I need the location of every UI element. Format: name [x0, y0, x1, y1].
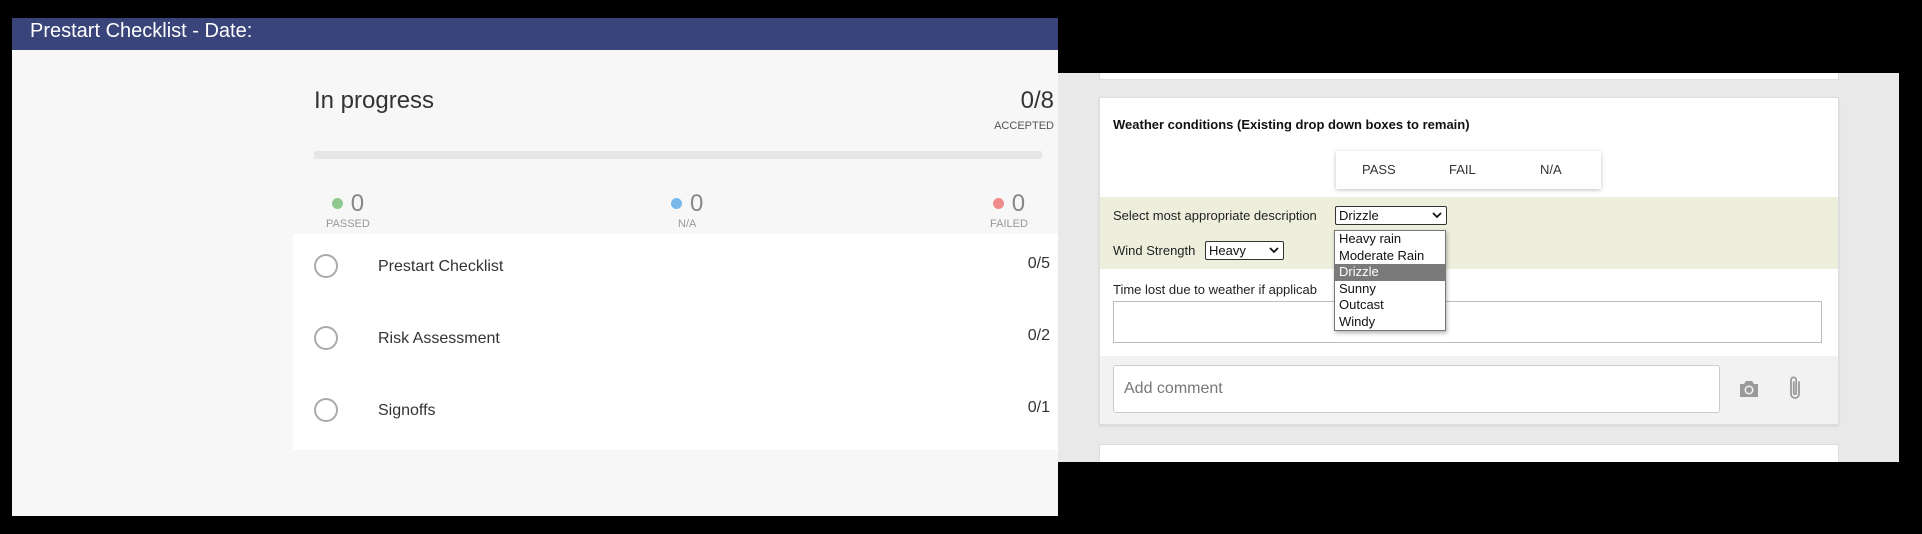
- dropdown-option[interactable]: Moderate Rain: [1335, 248, 1445, 265]
- checklist-header: Prestart Checklist - Date:: [12, 18, 1058, 50]
- failed-stat: 0 FAILED: [990, 190, 1028, 230]
- progress-bar: [314, 151, 1042, 159]
- section-row-risk-assessment[interactable]: Risk Assessment 0/2: [293, 306, 1058, 378]
- description-select-value: Drizzle: [1339, 208, 1379, 223]
- section-score: 0/5: [1027, 255, 1050, 272]
- failed-dot-icon: [992, 198, 1004, 209]
- time-lost-input[interactable]: [1113, 301, 1822, 343]
- chevron-down-icon: [1269, 247, 1279, 254]
- question-detail-panel: Weather conditions (Existing drop down b…: [1058, 73, 1899, 462]
- dropdown-option[interactable]: Heavy rain: [1335, 231, 1445, 248]
- checklist-overview-panel: Prestart Checklist - Date: In progress 0…: [12, 18, 1058, 516]
- time-lost-label: Time lost due to weather if applicab: [1113, 282, 1318, 297]
- description-dropdown-list: Heavy rain Moderate Rain Drizzle Sunny O…: [1334, 230, 1446, 331]
- section-name: Prestart Checklist: [378, 258, 504, 275]
- passed-stat: 0 PASSED: [326, 190, 370, 230]
- na-count: 0: [690, 190, 704, 217]
- camera-icon[interactable]: [1737, 377, 1761, 401]
- dropdown-option[interactable]: Windy: [1335, 314, 1445, 331]
- section-name: Risk Assessment: [378, 330, 500, 347]
- previous-question-card: [1099, 73, 1839, 80]
- na-label: N/A: [678, 218, 697, 230]
- accepted-count: 0/8: [1020, 87, 1054, 114]
- chevron-down-icon: [1432, 212, 1442, 219]
- dropdown-option[interactable]: Sunny: [1335, 281, 1445, 298]
- result-button-group: PASS FAIL N/A: [1336, 151, 1601, 189]
- dropdown-option[interactable]: Outcast: [1335, 297, 1445, 314]
- section-status-radio[interactable]: [314, 326, 338, 350]
- question-title: Weather conditions (Existing drop down b…: [1113, 117, 1470, 132]
- wind-strength-select[interactable]: Heavy: [1205, 241, 1284, 260]
- na-button[interactable]: N/A: [1540, 162, 1562, 177]
- section-score: 0/1: [1027, 399, 1050, 416]
- wind-strength-label: Wind Strength: [1113, 243, 1196, 258]
- weather-select-area: Select most appropriate description Driz…: [1100, 197, 1838, 269]
- section-name: Signoffs: [378, 402, 436, 419]
- na-stat: 0 N/A: [671, 190, 703, 230]
- comment-area: Add comment: [1100, 356, 1838, 424]
- comment-input[interactable]: Add comment: [1113, 365, 1720, 413]
- passed-dot-icon: [331, 198, 343, 209]
- section-list: Prestart Checklist 0/5 Risk Assessment 0…: [293, 234, 1058, 450]
- next-question-card: [1099, 444, 1839, 462]
- section-status-radio[interactable]: [314, 398, 338, 422]
- failed-count: 0: [1011, 190, 1026, 217]
- fail-button[interactable]: FAIL: [1449, 162, 1476, 177]
- section-row-prestart-checklist[interactable]: Prestart Checklist 0/5: [293, 234, 1058, 306]
- passed-count: 0: [350, 190, 365, 217]
- failed-label: FAILED: [990, 218, 1028, 230]
- weather-question-card: Weather conditions (Existing drop down b…: [1099, 97, 1839, 425]
- pass-button[interactable]: PASS: [1362, 162, 1396, 177]
- description-select[interactable]: Drizzle: [1335, 206, 1447, 225]
- paperclip-icon[interactable]: [1784, 374, 1806, 402]
- na-dot-icon: [671, 198, 682, 209]
- page-title: Prestart Checklist - Date:: [30, 20, 253, 42]
- accepted-label: ACCEPTED: [994, 120, 1054, 132]
- wind-strength-value: Heavy: [1209, 243, 1246, 258]
- dropdown-option[interactable]: Drizzle: [1335, 264, 1445, 281]
- section-score: 0/2: [1027, 327, 1050, 344]
- section-row-signoffs[interactable]: Signoffs 0/1: [293, 378, 1058, 450]
- passed-label: PASSED: [326, 218, 370, 230]
- status-label: In progress: [314, 87, 435, 114]
- description-label: Select most appropriate description: [1113, 208, 1317, 223]
- section-status-radio[interactable]: [314, 254, 338, 278]
